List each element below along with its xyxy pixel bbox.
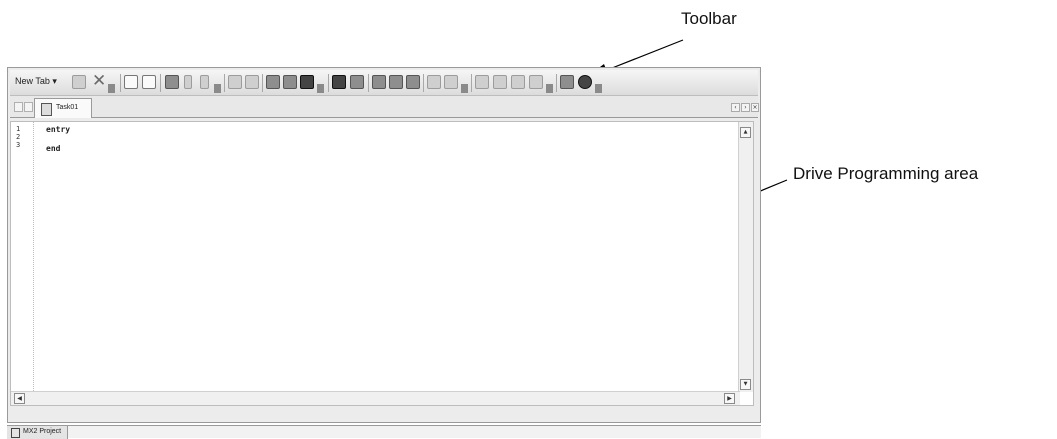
find-icon[interactable] [332,75,346,89]
scroll-down-icon[interactable]: ▼ [740,379,751,390]
toolbar-separator [423,74,424,92]
replace-icon[interactable] [350,75,364,89]
comment-icon[interactable] [427,75,441,89]
toolbar-separator [368,74,369,92]
new-tab-dropdown[interactable]: New Tab ▾ [15,76,57,87]
project-icon [11,428,20,438]
code-line[interactable]: entry [46,125,70,134]
toolbar-annotation-label: Toolbar [681,9,737,28]
line-number: 2 [16,133,21,141]
redo-icon[interactable] [245,75,259,89]
line-number: 1 [16,125,21,133]
tab-close-icon[interactable]: × [751,103,759,112]
run-icon[interactable] [184,75,192,89]
step-over-icon[interactable] [511,75,525,89]
toolbar-separator [224,74,225,92]
toolbar-grip[interactable] [108,84,115,93]
editor-window: New Tab ▾ ✕ Task01 ‹ › × 1 2 3 entry end… [7,67,761,423]
copy-icon[interactable] [124,75,138,89]
new-tab-label: New Tab [15,76,50,86]
align-icon[interactable] [406,75,420,89]
compile-icon[interactable] [165,75,179,89]
toolbar-grip[interactable] [461,84,468,93]
toolbar-separator [120,74,121,92]
copy-icon[interactable] [283,75,297,89]
line-number-gutter: 1 2 3 [11,122,34,403]
uncomment-icon[interactable] [444,75,458,89]
outdent-icon[interactable] [389,75,403,89]
tab-prev-button[interactable]: ‹ [731,103,740,112]
vertical-scrollbar[interactable]: ▲ ▼ [738,122,753,392]
toolbar-grip[interactable] [317,84,324,93]
tab-mx2-project[interactable]: MX2 Project [7,426,68,439]
line-number: 3 [16,141,21,149]
cut-icon[interactable] [266,75,280,89]
bottom-tab-label: MX2 Project [23,428,62,435]
toolbar-grip[interactable] [214,84,221,93]
toolbar-separator [160,74,161,92]
stop-icon[interactable] [200,75,209,89]
close-icon[interactable]: ✕ [92,72,106,90]
code-line[interactable]: end [46,144,60,153]
toolbar-separator [471,74,472,92]
breakpoint-icon[interactable] [475,75,489,89]
book-icon[interactable] [560,75,574,89]
paste-page-icon[interactable] [142,75,156,89]
scroll-right-icon[interactable]: ▶ [724,393,735,404]
help-icon[interactable] [578,75,592,89]
bottom-tab-strip: MX2 Project [7,425,761,439]
toolbar-separator [556,74,557,92]
scroll-left-icon[interactable]: ◀ [14,393,25,404]
tab-next-button[interactable]: › [741,103,750,112]
paste-icon[interactable] [300,75,314,89]
tab-label: Task01 [56,104,79,111]
toolbar: New Tab ▾ ✕ [10,70,758,96]
toolbar-separator [328,74,329,92]
drive-area-annotation-label: Drive Programming area [793,164,979,183]
horizontal-scrollbar[interactable]: ◀ ▶ [11,391,740,405]
undo-icon[interactable] [228,75,242,89]
toolbar-grip[interactable] [595,84,602,93]
document-icon [41,103,52,116]
tab-strip: Task01 ‹ › × [10,96,759,118]
step-icon[interactable] [493,75,507,89]
tab-task01[interactable]: Task01 [34,98,92,118]
indent-icon[interactable] [372,75,386,89]
toolbar-separator [262,74,263,92]
drive-programming-area[interactable]: 1 2 3 entry end ▲ ▼ ◀ ▶ [10,121,754,406]
tab-scroll-left-button[interactable] [14,102,23,112]
scroll-up-icon[interactable]: ▲ [740,127,751,138]
step-out-icon[interactable] [529,75,543,89]
window-icon[interactable] [72,75,86,89]
toolbar-grip[interactable] [546,84,553,93]
tab-scroll-right-button[interactable] [24,102,33,112]
